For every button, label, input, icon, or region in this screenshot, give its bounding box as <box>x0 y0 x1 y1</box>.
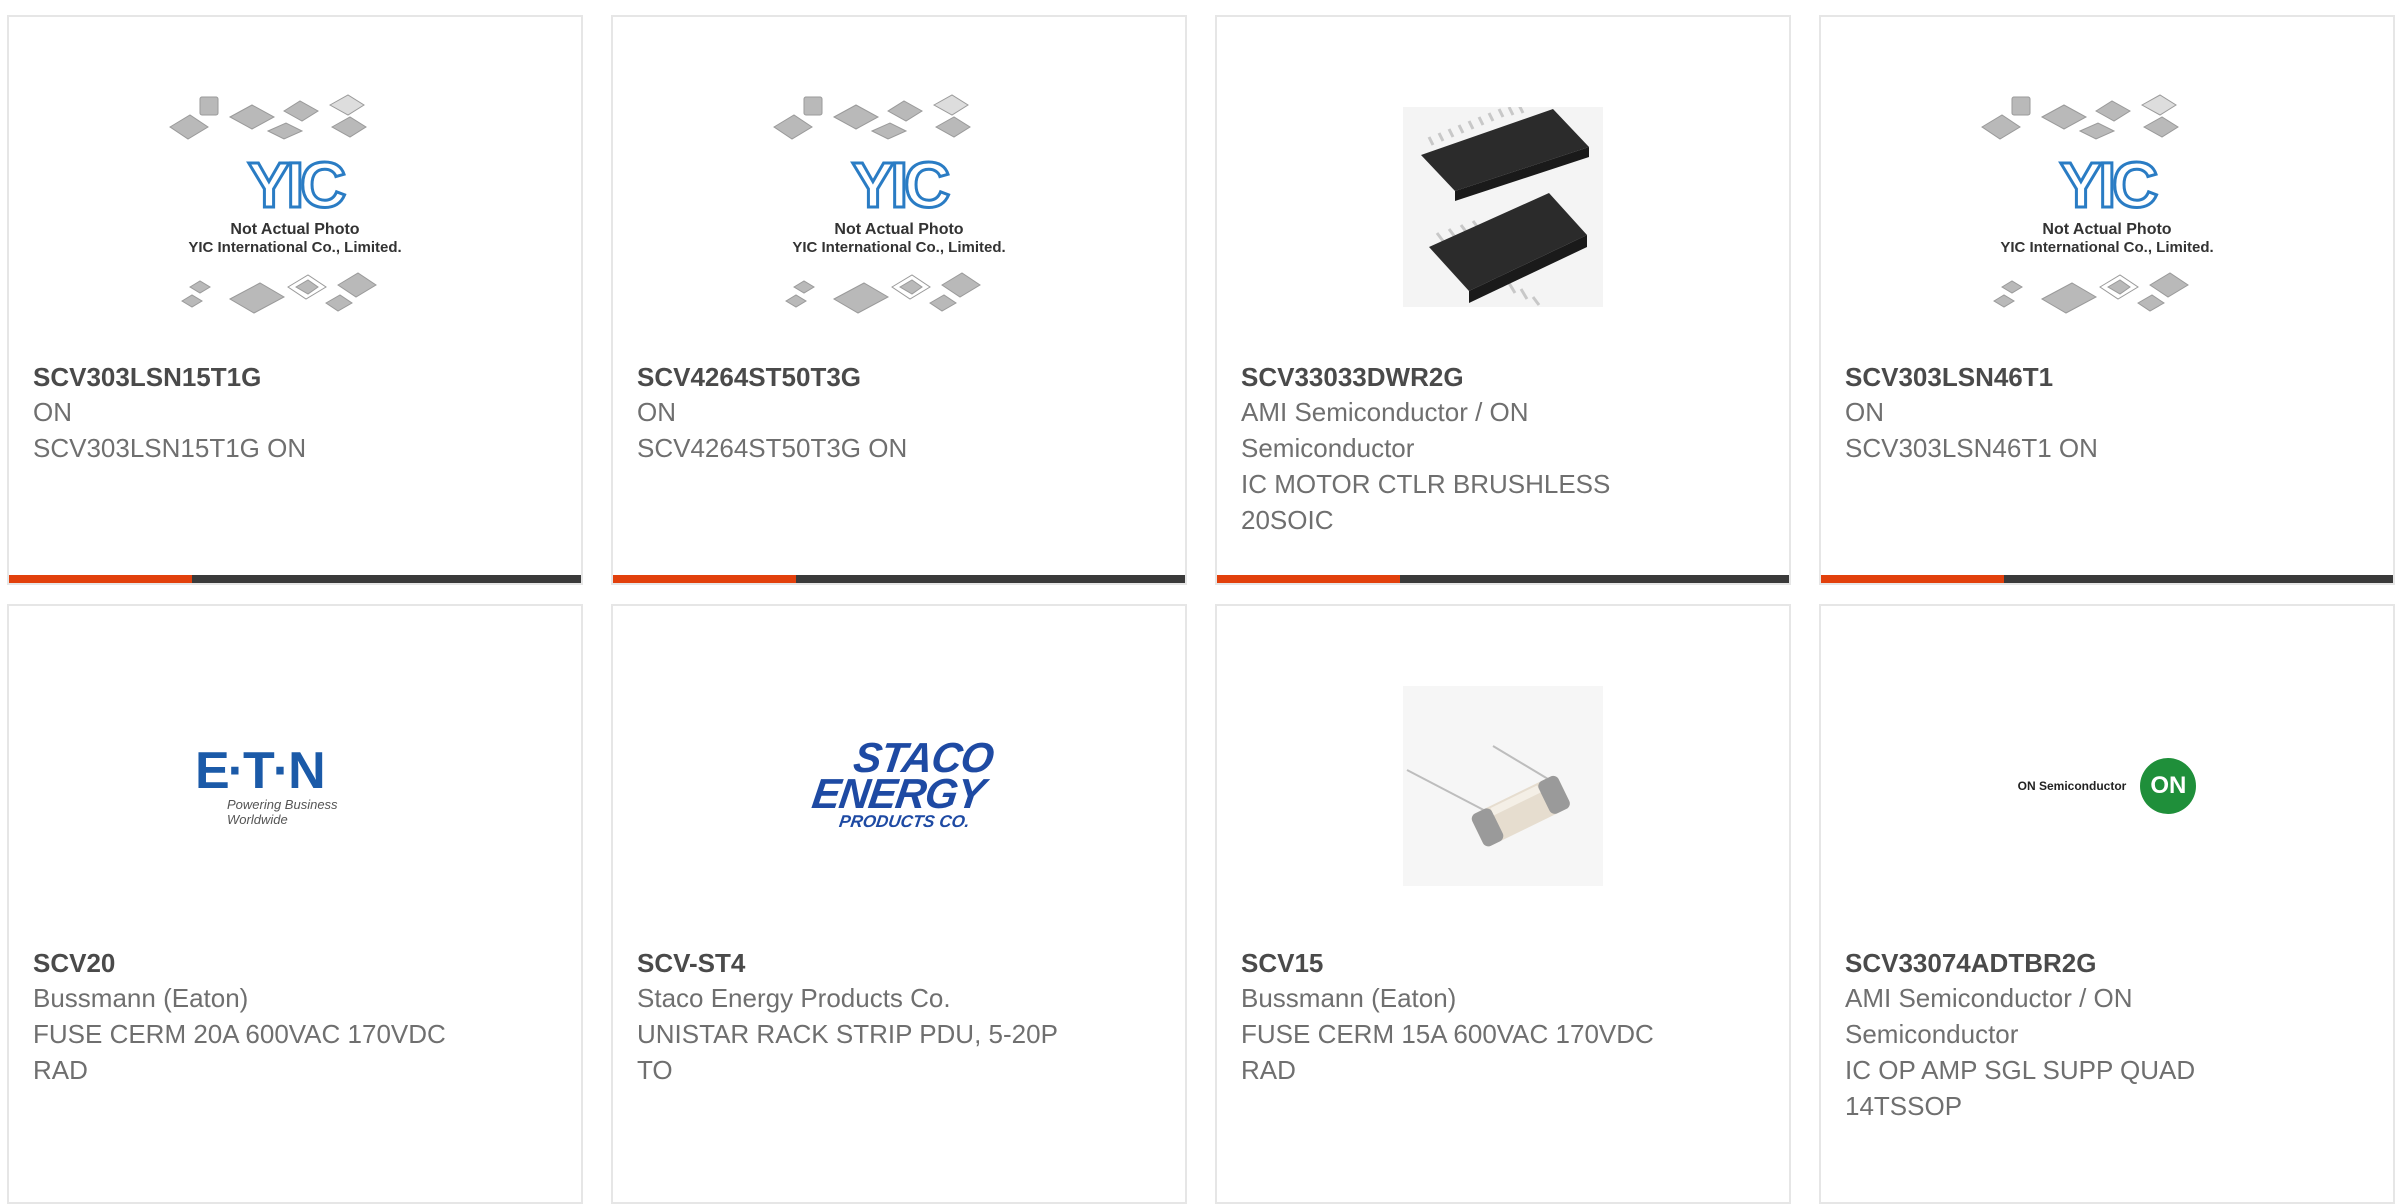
product-card[interactable]: E·T·N Powering Business Worldwide SCV20 … <box>7 604 583 1204</box>
product-image-soic-chip[interactable] <box>1217 57 1789 357</box>
manufacturer: AMI Semiconductor / ON Semiconductor <box>1241 397 1529 463</box>
product-image-on-semi-logo[interactable]: ON Semiconductor ON <box>1821 636 2393 936</box>
product-grid: YIC Not Actual Photo YIC International C… <box>0 0 2400 1204</box>
staco-logo-line3: PRODUCTS CO. <box>837 812 971 831</box>
part-number[interactable]: SCV303LSN15T1G <box>33 360 481 394</box>
manufacturer: Bussmann (Eaton) <box>1241 983 1457 1013</box>
manufacturer: ON <box>637 397 676 427</box>
placeholder-text-1: Not Actual Photo <box>834 221 964 238</box>
product-image-fuse-photo[interactable] <box>1217 636 1789 936</box>
card-bar-accent <box>613 575 796 583</box>
placeholder-text-2: YIC International Co., Limited. <box>792 239 1006 256</box>
card-bar <box>9 575 581 583</box>
card-bar <box>1821 575 2393 583</box>
eaton-tagline: Powering Business Worldwide <box>227 797 338 827</box>
manufacturer: ON <box>33 397 72 427</box>
manufacturer: Staco Energy Products Co. <box>637 983 951 1013</box>
product-card[interactable]: SCV15 Bussmann (Eaton) FUSE CERM 15A 600… <box>1215 604 1791 1204</box>
placeholder-text-2: YIC International Co., Limited. <box>188 239 402 256</box>
card-bar-accent <box>1821 575 2004 583</box>
fuse-icon <box>1403 686 1603 886</box>
yic-logo: YIC <box>850 149 952 221</box>
description: SCV4264ST50T3G ON <box>637 433 908 463</box>
card-bar-accent <box>9 575 192 583</box>
part-number[interactable]: SCV20 <box>33 946 481 980</box>
part-number[interactable]: SCV33033DWR2G <box>1241 360 1689 394</box>
product-card[interactable]: YIC Not Actual Photo YIC International C… <box>7 15 583 585</box>
onsemi-badge-icon: ON <box>2140 758 2197 814</box>
card-bar-accent <box>1217 575 1400 583</box>
product-image-yic-placeholder[interactable]: YIC Not Actual Photo YIC International C… <box>9 57 581 357</box>
part-number[interactable]: SCV4264ST50T3G <box>637 360 1085 394</box>
card-bar <box>1217 575 1789 583</box>
manufacturer: ON <box>1845 397 1884 427</box>
description: FUSE CERM 15A 600VAC 170VDC RAD <box>1241 1019 1654 1085</box>
card-bar <box>613 575 1185 583</box>
description: FUSE CERM 20A 600VAC 170VDC RAD <box>33 1019 446 1085</box>
product-image-staco-logo[interactable]: STACO ENERGY PRODUCTS CO. <box>613 636 1185 936</box>
eaton-logo: E·T·N <box>195 742 326 800</box>
part-number[interactable]: SCV-ST4 <box>637 946 1085 980</box>
yic-logo: YIC <box>2058 149 2160 221</box>
description: IC MOTOR CTLR BRUSHLESS 20SOIC <box>1241 469 1611 535</box>
part-number[interactable]: SCV33074ADTBR2G <box>1845 946 2293 980</box>
product-card[interactable]: STACO ENERGY PRODUCTS CO. SCV-ST4 Staco … <box>611 604 1187 1204</box>
placeholder-text-2: YIC International Co., Limited. <box>2000 239 2214 256</box>
part-number[interactable]: SCV15 <box>1241 946 1689 980</box>
product-image-yic-placeholder[interactable]: YIC Not Actual Photo YIC International C… <box>613 57 1185 357</box>
staco-logo-line2: ENERGY <box>808 770 987 817</box>
description: UNISTAR RACK STRIP PDU, 5-20P TO <box>637 1019 1058 1085</box>
soic-chip-icon <box>1403 107 1603 307</box>
product-card[interactable]: YIC Not Actual Photo YIC International C… <box>1819 15 2395 585</box>
part-number[interactable]: SCV303LSN46T1 <box>1845 360 2293 394</box>
placeholder-text-1: Not Actual Photo <box>230 221 360 238</box>
product-image-eaton-logo[interactable]: E·T·N Powering Business Worldwide <box>9 636 581 936</box>
yic-logo: YIC <box>246 149 348 221</box>
description: SCV303LSN15T1G ON <box>33 433 307 463</box>
product-image-yic-placeholder[interactable]: YIC Not Actual Photo YIC International C… <box>1821 57 2393 357</box>
description: IC OP AMP SGL SUPP QUAD 14TSSOP <box>1845 1055 2196 1121</box>
product-card[interactable]: YIC Not Actual Photo YIC International C… <box>611 15 1187 585</box>
placeholder-text-1: Not Actual Photo <box>2042 221 2172 238</box>
description: SCV303LSN46T1 ON <box>1845 433 2098 463</box>
product-card[interactable]: SCV33033DWR2G AMI Semiconductor / ON Sem… <box>1215 15 1791 585</box>
onsemi-logo-text: ON Semiconductor <box>2017 779 2127 793</box>
product-card[interactable]: ON Semiconductor ON SCV33074ADTBR2G AMI … <box>1819 604 2395 1204</box>
manufacturer: Bussmann (Eaton) <box>33 983 249 1013</box>
manufacturer: AMI Semiconductor / ON Semiconductor <box>1845 983 2133 1049</box>
